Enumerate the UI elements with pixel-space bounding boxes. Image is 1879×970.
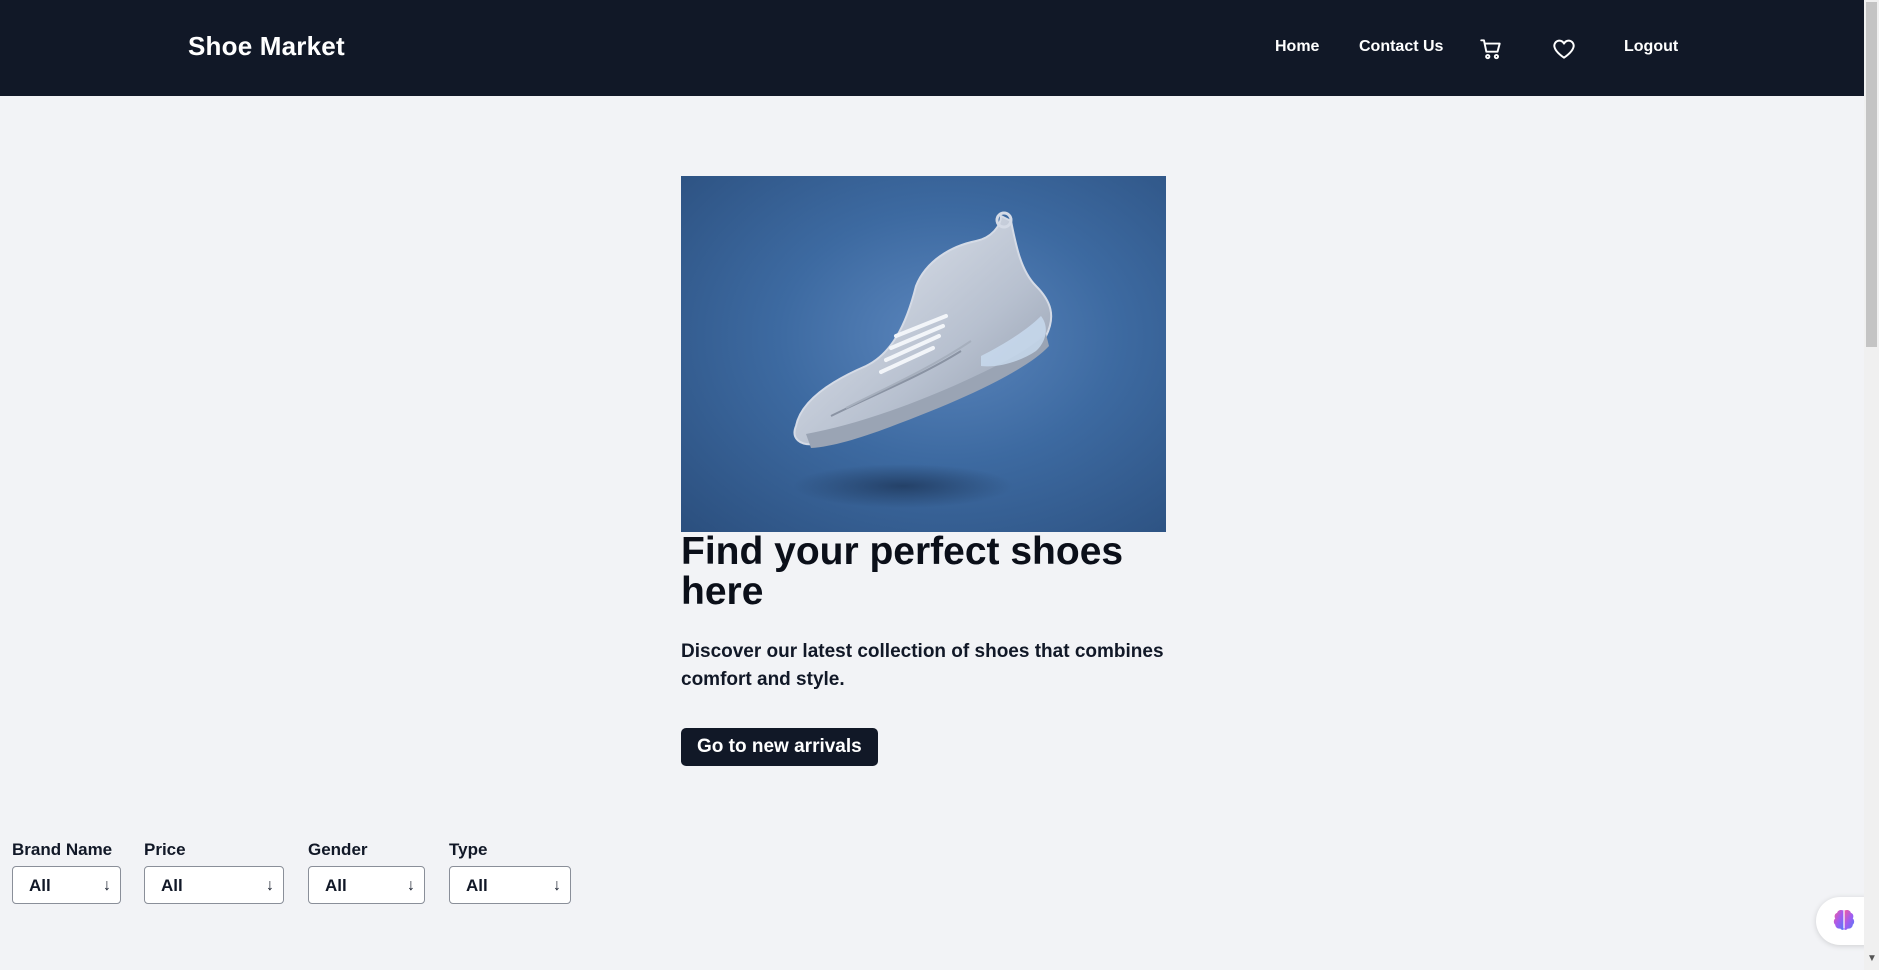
gender-select-value: All [325, 876, 347, 895]
nav-home-link[interactable]: Home [1275, 38, 1319, 56]
arrow-down-icon: ↓ [103, 877, 111, 894]
hero-title: Find your perfect shoes here [681, 530, 1124, 613]
hero-description: Discover our latest collection of shoes … [681, 641, 1164, 690]
filter-gender-label: Gender [308, 840, 368, 859]
filter-price: Price All ↓ [144, 840, 284, 904]
filter-type: Type All ↓ [449, 840, 571, 904]
assistant-widget-button[interactable] [1816, 897, 1868, 945]
brand-logo[interactable]: Shoe Market [188, 31, 345, 62]
cart-icon[interactable] [1478, 36, 1504, 62]
nav-logout-link[interactable]: Logout [1624, 38, 1678, 56]
filter-type-label: Type [449, 840, 488, 859]
price-select[interactable]: All ↓ [144, 866, 284, 904]
arrow-down-icon: ↓ [407, 877, 415, 894]
filter-gender: Gender All ↓ [308, 840, 425, 904]
filter-price-label: Price [144, 840, 186, 859]
arrow-down-icon: ↓ [553, 877, 561, 894]
heart-icon[interactable] [1551, 36, 1577, 62]
type-select-value: All [466, 876, 488, 895]
arrow-down-icon: ↓ [266, 877, 274, 894]
gender-select[interactable]: All ↓ [308, 866, 425, 904]
top-navbar: Shoe Market Home Contact Us Logout [0, 0, 1864, 96]
brain-icon [1833, 909, 1855, 930]
hero-shoe-image [681, 176, 1166, 532]
filter-brand-label: Brand Name [12, 840, 113, 859]
type-select[interactable]: All ↓ [449, 866, 571, 904]
scrollbar-thumb[interactable] [1866, 2, 1877, 347]
brand-select-value: All [29, 876, 51, 895]
filter-brand: Brand Name All ↓ [12, 840, 121, 904]
page-scrollbar[interactable]: ▼ [1864, 0, 1879, 970]
hero-section: Find your perfect shoes here Discover ou… [681, 176, 1201, 766]
nav-contact-link[interactable]: Contact Us [1359, 38, 1443, 56]
scroll-down-icon[interactable]: ▼ [1867, 953, 1877, 964]
price-select-value: All [161, 876, 183, 895]
brand-select[interactable]: All ↓ [12, 866, 121, 904]
new-arrivals-button[interactable]: Go to new arrivals [681, 728, 878, 766]
